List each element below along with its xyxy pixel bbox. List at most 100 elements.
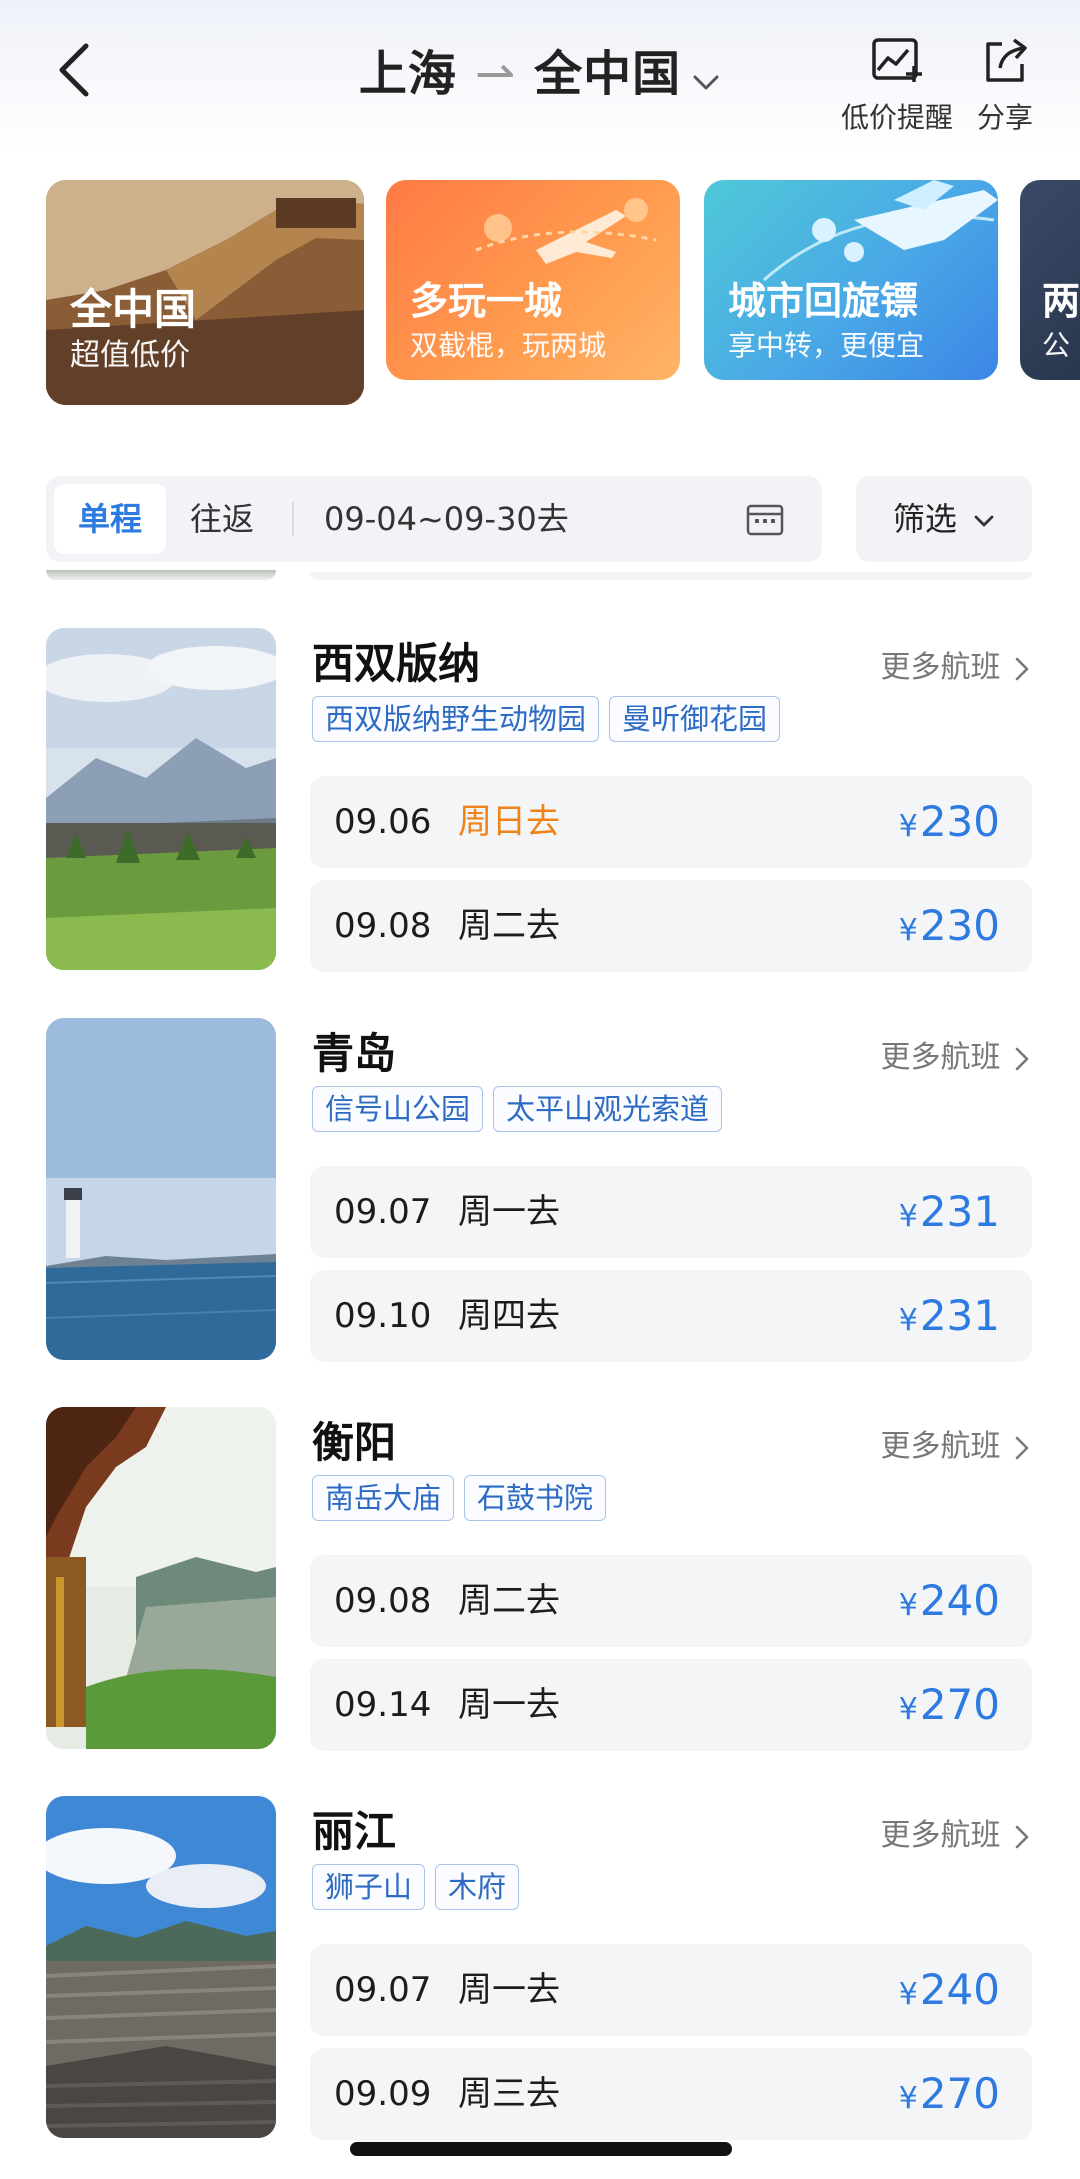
flight-weekday: 周二去	[458, 1581, 560, 1621]
flight-price: ¥270	[899, 2048, 1000, 2145]
destination-name: 西双版纳	[312, 639, 481, 688]
price-alert-label: 低价提醒	[840, 101, 953, 134]
price-value: 270	[919, 1680, 1000, 1729]
tab-round-trip[interactable]: 往返	[166, 484, 278, 554]
flight-option-row[interactable]: 09.14 周一去 ¥270	[310, 1659, 1032, 1751]
more-flights-label: 更多航班	[880, 1818, 1001, 1853]
flight-option-row[interactable]: 09.07 周一去 ¥240	[310, 1944, 1032, 2036]
attraction-tag[interactable]: 太平山观光索道	[493, 1086, 723, 1132]
destination-photo[interactable]	[46, 1407, 276, 1749]
more-flights-link[interactable]: 更多航班	[880, 1032, 1030, 1076]
chevron-down-icon	[693, 75, 719, 90]
attraction-tag[interactable]: 曼听御花园	[609, 696, 781, 742]
price-value: 240	[919, 1576, 1000, 1625]
route-arrow-icon: ⇀	[474, 46, 517, 102]
attraction-tag[interactable]: 西双版纳野生动物园	[312, 696, 600, 742]
chevron-right-icon	[1015, 1047, 1029, 1070]
flight-option-row[interactable]: 09.09 周三去 ¥270	[310, 2048, 1032, 2140]
flight-price: ¥230	[899, 776, 1000, 873]
attraction-tags: 信号山公园 太平山观光索道	[312, 1086, 732, 1132]
old-town-rooftops-photo	[46, 1796, 276, 2138]
banner-partial[interactable]: 两 公	[1020, 180, 1080, 380]
currency-symbol: ¥	[898, 913, 918, 948]
banner-all-china[interactable]: 全中国 超值低价	[46, 180, 364, 405]
banner-subtitle: 公	[1042, 329, 1071, 362]
banner-subtitle: 双截棍，玩两城	[410, 329, 607, 362]
share-label: 分享	[976, 101, 1033, 134]
attraction-tags: 南岳大庙 石鼓书院	[312, 1475, 616, 1521]
destination-name: 青岛	[312, 1029, 397, 1078]
flight-price: ¥231	[899, 1270, 1000, 1367]
share-icon	[986, 38, 1027, 82]
share-button[interactable]: 分享	[970, 36, 1040, 136]
more-flights-label: 更多航班	[880, 650, 1001, 685]
flight-date: 09.10	[334, 1296, 432, 1336]
chevron-right-icon	[1015, 1825, 1029, 1848]
flight-price: ¥230	[899, 880, 1000, 977]
flight-option-row[interactable]: 09.06 周日去 ¥230	[310, 776, 1032, 868]
flight-date: 09.14	[334, 1685, 432, 1725]
origin-city: 上海	[358, 46, 457, 102]
attraction-tag[interactable]: 石鼓书院	[464, 1475, 607, 1521]
flight-date: 09.07	[334, 1970, 432, 2010]
price-value: 240	[919, 1965, 1000, 2014]
destination-card: 丽江 更多航班 狮子山 木府 09.07 周一去 ¥240 09.09 周三去 ¥…	[0, 1796, 1080, 2146]
attraction-tag[interactable]: 信号山公园	[312, 1086, 484, 1132]
calendar-icon[interactable]	[746, 502, 784, 536]
flight-date: 09.06	[334, 802, 432, 842]
price-value: 230	[919, 797, 1000, 846]
destination-photo[interactable]	[46, 1796, 276, 2138]
more-flights-link[interactable]: 更多航班	[880, 642, 1030, 686]
destination-card: 西双版纳 更多航班 西双版纳野生动物园 曼听御花园 09.06 周日去 ¥230 …	[0, 628, 1080, 978]
banner-title: 城市回旋镖	[728, 279, 919, 323]
price-value: 270	[919, 2069, 1000, 2118]
more-flights-link[interactable]: 更多航班	[880, 1421, 1030, 1465]
chevron-down-icon	[974, 515, 994, 527]
destination-name: 丽江	[312, 1807, 397, 1856]
destination-photo[interactable]	[46, 1018, 276, 1360]
attraction-tag[interactable]: 南岳大庙	[312, 1475, 455, 1521]
date-range-selector[interactable]: 09-04~09-30去	[324, 484, 569, 554]
filter-label: 筛选	[892, 500, 957, 538]
banner-subtitle: 享中转，更便宜	[728, 329, 925, 362]
flight-weekday: 周二去	[458, 906, 560, 946]
previous-item-photo-edge	[46, 570, 276, 580]
flight-date: 09.08	[334, 906, 432, 946]
attraction-tag[interactable]: 狮子山	[312, 1864, 426, 1910]
attraction-tags: 狮子山 木府	[312, 1864, 529, 1910]
flight-option-row[interactable]: 09.08 周二去 ¥240	[310, 1555, 1032, 1647]
filter-button[interactable]: 筛选	[856, 476, 1032, 562]
currency-symbol: ¥	[898, 809, 918, 844]
currency-symbol: ¥	[898, 1977, 918, 2012]
flight-option-row[interactable]: 09.10 周四去 ¥231	[310, 1270, 1032, 1362]
home-indicator[interactable]	[350, 2142, 732, 2156]
banner-multi-city[interactable]: 多玩一城 双截棍，玩两城	[386, 180, 680, 380]
flight-weekday: 周一去	[458, 1192, 560, 1232]
price-chart-alert-icon	[872, 38, 922, 82]
flight-price: ¥231	[899, 1166, 1000, 1263]
destination-photo[interactable]	[46, 628, 276, 970]
currency-symbol: ¥	[898, 1692, 918, 1727]
flight-price: ¥240	[899, 1555, 1000, 1652]
flight-option-row[interactable]: 09.07 周一去 ¥231	[310, 1166, 1032, 1258]
chevron-right-icon	[1015, 657, 1029, 680]
flight-date: 09.07	[334, 1192, 432, 1232]
more-flights-label: 更多航班	[880, 1429, 1001, 1464]
currency-symbol: ¥	[898, 2081, 918, 2116]
flight-option-row[interactable]: 09.08 周二去 ¥230	[310, 880, 1032, 972]
banner-title: 两	[1042, 279, 1080, 323]
tab-one-way[interactable]: 单程	[54, 484, 167, 554]
more-flights-link[interactable]: 更多航班	[880, 1810, 1030, 1854]
flight-weekday: 周三去	[458, 2074, 560, 2114]
top-bar: 上海 ⇀ 全中国 低价提醒 分享	[0, 0, 1080, 150]
banner-city-boomerang[interactable]: 城市回旋镖 享中转，更便宜	[704, 180, 998, 380]
flight-price: ¥240	[899, 1944, 1000, 2041]
flight-weekday: 周四去	[458, 1296, 560, 1336]
banner-title: 全中国	[70, 285, 197, 334]
attraction-tag[interactable]: 木府	[435, 1864, 520, 1910]
price-alert-button[interactable]: 低价提醒	[822, 36, 972, 136]
flight-weekday: 周一去	[458, 1685, 560, 1725]
banner-subtitle: 超值低价	[70, 338, 190, 373]
destination-card: 衡阳 更多航班 南岳大庙 石鼓书院 09.08 周二去 ¥240 09.14 周一…	[0, 1407, 1080, 1757]
lighthouse-coast-photo	[46, 1018, 276, 1360]
